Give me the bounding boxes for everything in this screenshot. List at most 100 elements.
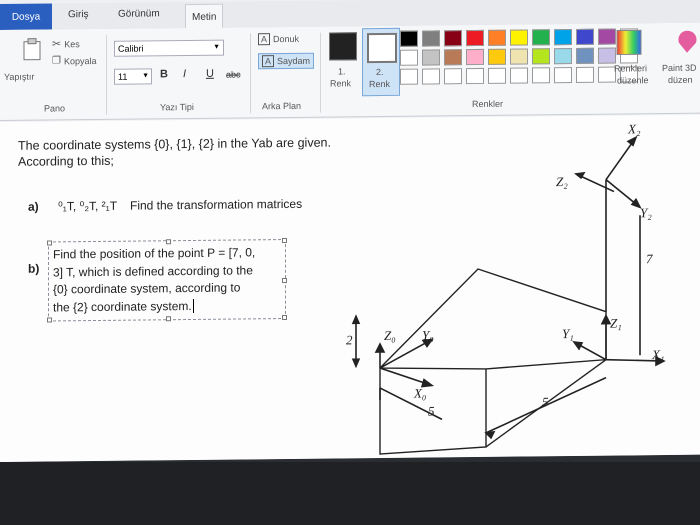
letter-a-icon: A [258, 33, 271, 46]
label-dim-7: 7 [646, 251, 653, 266]
copy-icon: ❐ [52, 55, 61, 67]
edit-colors-button[interactable] [616, 29, 642, 56]
italic-button[interactable]: I [183, 68, 186, 80]
edit-colors-label: Renkleri [614, 63, 648, 74]
palette-swatch[interactable] [422, 68, 440, 85]
label-z1: Z₁ [610, 315, 622, 330]
palette-swatch[interactable] [554, 29, 572, 46]
color-wheel-icon [616, 29, 642, 56]
label-dim-5a: 5 [428, 403, 435, 418]
chevron-down-icon: ▼ [142, 72, 149, 80]
arrow-head [626, 135, 638, 147]
palette-swatch[interactable] [422, 30, 440, 47]
copy-label: Kopyala [63, 55, 97, 66]
underline-button[interactable]: U [206, 68, 214, 80]
palette-swatch[interactable] [510, 67, 528, 84]
palette-swatch[interactable] [400, 68, 418, 85]
paste-label[interactable]: Yapıştır [4, 72, 34, 82]
palette-swatch[interactable] [444, 68, 462, 85]
color-2-swatch [367, 32, 397, 64]
color-1-label: 1. [338, 66, 346, 77]
palette-swatch[interactable] [510, 29, 528, 46]
label-dim-5b: 5 [542, 394, 549, 409]
color-palette [400, 28, 638, 85]
frame-diagram: X₂ Z₂ Y₂ 7 Y₁ Z₁ X₁ Z₀ Y₀ X₀ 5 5 2 [346, 121, 666, 455]
label-y1: Y₁ [562, 326, 574, 341]
arrow-head [630, 197, 642, 209]
canvas[interactable]: The coordinate systems {0}, {1}, {2} in … [0, 114, 700, 463]
paint-window: Dosya Giriş Görünüm Metin Yapıştır ✂ Kes … [0, 0, 700, 463]
palette-swatch[interactable] [532, 48, 550, 65]
label-y2: Y₂ [640, 205, 652, 220]
font-family-select[interactable]: Calibri ▼ [114, 39, 224, 57]
opaque-button[interactable]: A Donuk [258, 33, 300, 46]
arrow-head [572, 340, 584, 351]
paint3d-button[interactable] [674, 29, 700, 55]
letter-a-icon: A [262, 55, 275, 68]
palette-swatch[interactable] [554, 67, 572, 84]
palette-swatch[interactable] [554, 48, 572, 65]
divider [106, 34, 107, 115]
tab-text[interactable]: Metin [185, 3, 224, 30]
chevron-down-icon: ▼ [213, 43, 220, 51]
palette-swatch[interactable] [444, 49, 462, 66]
cut-label: Kes [64, 38, 80, 49]
palette-swatch[interactable] [466, 29, 484, 47]
palette-swatch[interactable] [400, 49, 418, 66]
desk-surface [0, 462, 700, 525]
colors-group-label: Renkler [472, 98, 504, 110]
box-top-face [379, 268, 607, 370]
transparent-label: Saydam [277, 55, 311, 67]
palette-swatch[interactable] [400, 30, 418, 47]
divider [250, 33, 251, 114]
scissors-icon: ✂ [52, 38, 62, 51]
paste-button[interactable] [22, 38, 44, 62]
color-2-button[interactable]: 2. Renk [362, 27, 400, 97]
palette-swatch[interactable] [598, 28, 616, 45]
paint3d-label-2: düzen [668, 74, 693, 86]
color-2-sub: Renk [369, 78, 391, 90]
arrow-head [600, 313, 612, 325]
color-1-swatch[interactable] [329, 32, 357, 61]
palette-swatch[interactable] [466, 48, 484, 66]
palette-swatch[interactable] [576, 28, 594, 45]
label-z2: Z₂ [556, 174, 568, 189]
opaque-label: Donuk [273, 33, 300, 45]
bold-button[interactable]: B [160, 68, 168, 80]
label-x0: X₀ [413, 386, 426, 401]
font-size-value: 11 [118, 71, 128, 82]
palette-swatch[interactable] [510, 48, 528, 65]
paint3d-icon [678, 30, 697, 53]
palette-swatch[interactable] [532, 29, 550, 46]
cut-button[interactable]: ✂ Kes [52, 37, 80, 50]
tab-file[interactable]: Dosya [0, 3, 52, 31]
tab-view[interactable]: Görünüm [118, 8, 160, 19]
label-dim-2: 2 [346, 332, 353, 347]
edit-colors-label-2: düzenle [617, 75, 649, 86]
palette-swatch[interactable] [422, 49, 440, 66]
transparent-button[interactable]: A Saydam [258, 52, 315, 70]
label-x1: X₁ [651, 347, 664, 362]
clipboard-group-label: Pano [44, 103, 66, 114]
strikethrough-button[interactable]: abc [226, 69, 241, 79]
background-group-label: Arka Plan [262, 100, 302, 112]
paste-icon [23, 38, 41, 61]
divider [320, 32, 321, 113]
palette-swatch[interactable] [488, 29, 506, 46]
palette-swatch[interactable] [488, 67, 506, 84]
font-size-select[interactable]: 11 ▼ [114, 68, 152, 85]
palette-swatch[interactable] [466, 67, 484, 85]
label-y0: Y₀ [422, 327, 434, 342]
label-z0: Z₀ [384, 328, 396, 343]
color-2-label: 2. [376, 66, 384, 78]
palette-swatch[interactable] [532, 67, 550, 84]
palette-swatch[interactable] [598, 47, 616, 64]
palette-swatch[interactable] [444, 30, 462, 47]
palette-swatch[interactable] [576, 47, 594, 64]
palette-swatch[interactable] [488, 48, 506, 65]
box-top-edge [486, 312, 606, 369]
tab-home[interactable]: Giriş [68, 9, 89, 20]
copy-button[interactable]: ❐ Kopyala [52, 55, 97, 66]
palette-swatch[interactable] [576, 66, 594, 83]
color-1-sub: Renk [330, 78, 352, 89]
